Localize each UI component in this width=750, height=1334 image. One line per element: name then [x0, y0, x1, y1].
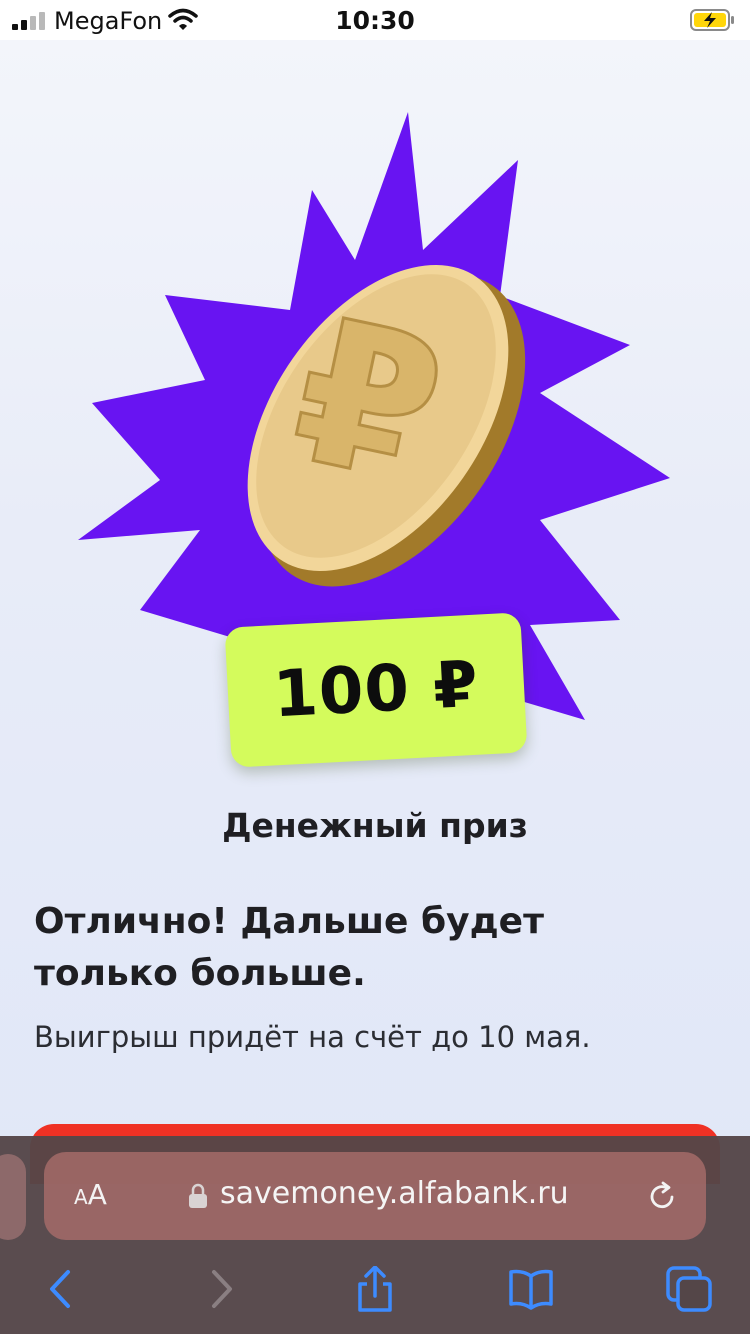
- prize-amount-badge: 100 ₽: [224, 612, 528, 768]
- back-icon[interactable]: [40, 1266, 86, 1312]
- reload-icon[interactable]: [646, 1180, 678, 1212]
- previous-tab-peek[interactable]: [0, 1154, 26, 1240]
- tabs-icon[interactable]: [666, 1266, 712, 1312]
- clock: 10:30: [335, 6, 415, 35]
- result-headline: Отлично! Дальше будет только больше.: [34, 901, 544, 994]
- bookmarks-icon[interactable]: [508, 1266, 554, 1312]
- reader-settings-button[interactable]: AA: [74, 1178, 107, 1211]
- prize-title: Денежный приз: [222, 806, 528, 845]
- payout-info: Выигрыш придёт на счёт до 10 мая.: [34, 1020, 591, 1054]
- forward-icon[interactable]: [198, 1266, 244, 1312]
- address-bar[interactable]: AA savemoney.alfabank.ru: [44, 1152, 706, 1240]
- url-text: savemoney.alfabank.ru: [220, 1176, 569, 1211]
- battery-charging-icon: [690, 9, 734, 31]
- prize-amount: 100 ₽: [271, 647, 481, 733]
- share-icon[interactable]: [352, 1266, 398, 1312]
- lock-icon: [189, 1183, 207, 1208]
- status-bar: MegaFon 10:30: [0, 0, 750, 40]
